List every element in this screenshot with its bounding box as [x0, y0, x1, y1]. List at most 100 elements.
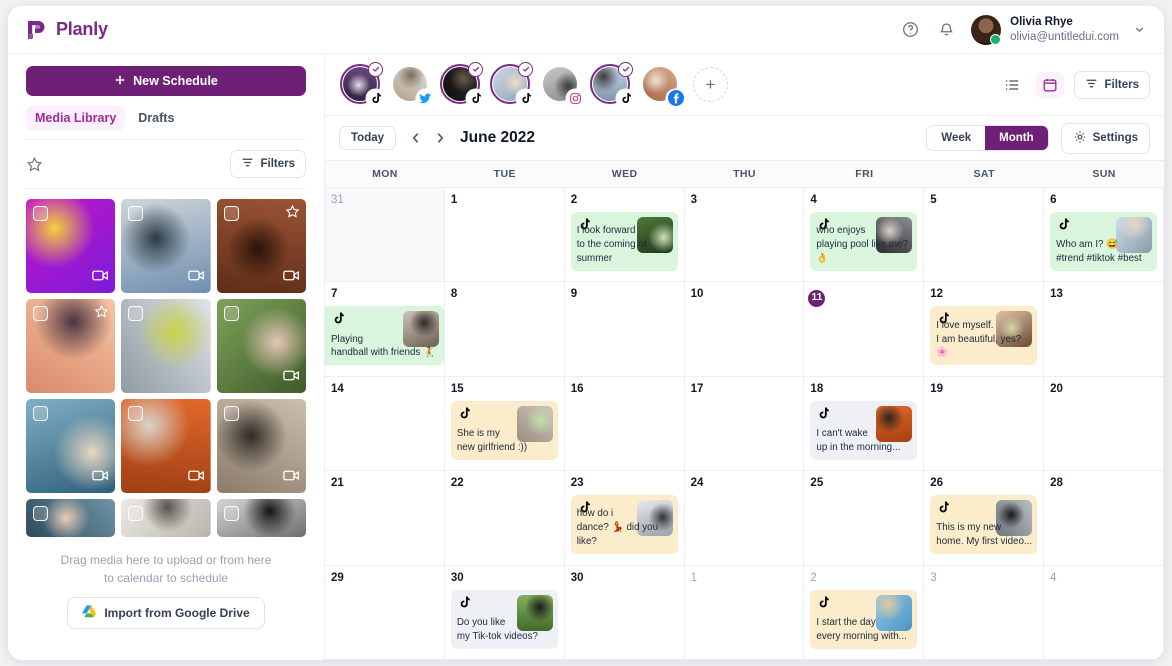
calendar-cell-23[interactable]: 23 how do i dance? 💃 did you like?: [564, 471, 685, 566]
calendar-cell-1[interactable]: 1: [444, 188, 565, 283]
scheduled-post[interactable]: I can't wake up in the morning...: [810, 400, 918, 460]
media-item-4[interactable]: [26, 299, 116, 393]
calendar-cell-25[interactable]: 25: [804, 471, 925, 566]
account-3[interactable]: [437, 61, 485, 108]
media-item-3[interactable]: [216, 199, 306, 293]
account-2[interactable]: [387, 62, 435, 108]
media-item-7[interactable]: [26, 399, 116, 493]
calendar-cell-30[interactable]: 30: [564, 565, 685, 660]
account-7[interactable]: [637, 62, 685, 108]
scheduled-post[interactable]: Who am I? 😅 #trend #tiktok #best: [1050, 211, 1157, 271]
scheduled-post[interactable]: Do you like my Tik-tok videos?: [450, 589, 558, 649]
bell-icon[interactable]: [935, 19, 957, 41]
calendar-cell-20[interactable]: 20: [1044, 376, 1164, 472]
calendar-cell-2[interactable]: 2 I look forward to the coming of summer: [564, 188, 685, 283]
media-checkbox[interactable]: [223, 506, 239, 521]
calendar-cell-31[interactable]: 31: [325, 188, 445, 283]
new-schedule-button[interactable]: New Schedule: [26, 66, 306, 96]
calendar-cell-4[interactable]: 4 who enjoys playing pool like me? 👌: [804, 188, 925, 283]
view-month[interactable]: Month: [985, 126, 1048, 150]
account-1[interactable]: [337, 61, 385, 108]
media-filters-button[interactable]: Filters: [230, 150, 306, 178]
media-item-10[interactable]: [26, 499, 116, 537]
chevron-left-icon[interactable]: [404, 126, 428, 150]
calendar-cell-14[interactable]: 14: [325, 376, 445, 472]
calendar-cell-12[interactable]: 12 I love myself. I am beautiful, yes? 🌸: [924, 282, 1045, 377]
calendar-cell-5[interactable]: 5: [924, 188, 1045, 283]
media-checkbox[interactable]: [33, 306, 48, 321]
scheduled-post[interactable]: Playing handball with friends 🤾: [325, 306, 444, 366]
calendar-cell-7[interactable]: 7 Playing handball with friends 🤾: [325, 282, 445, 377]
media-item-12[interactable]: [216, 499, 306, 537]
scheduled-post[interactable]: I start the day every morning with...: [810, 589, 918, 649]
view-week[interactable]: Week: [927, 126, 986, 150]
chevron-down-icon[interactable]: [1128, 19, 1150, 41]
star-icon[interactable]: [26, 156, 43, 173]
calendar-cell-8[interactable]: 8: [444, 282, 565, 377]
account-6[interactable]: [587, 61, 635, 108]
scheduled-post[interactable]: I love myself. I am beautiful, yes? 🌸: [930, 306, 1038, 366]
scheduled-post[interactable]: I look forward to the coming of summer: [570, 211, 678, 271]
import-google-drive-button[interactable]: Import from Google Drive: [67, 597, 265, 629]
brand-logo[interactable]: Planly: [26, 19, 108, 41]
tab-drafts[interactable]: Drafts: [129, 106, 183, 130]
list-view-icon[interactable]: [998, 72, 1026, 98]
calendar-cell-16[interactable]: 16: [564, 376, 685, 472]
scheduled-post[interactable]: She is my new girlfriend :)): [450, 400, 558, 460]
media-item-1[interactable]: [26, 199, 116, 293]
calendar-cell-15[interactable]: 15 She is my new girlfriend :)): [444, 376, 565, 472]
calendar-view-icon[interactable]: [1036, 71, 1065, 98]
calendar-settings-button[interactable]: Settings: [1060, 122, 1150, 154]
media-checkbox[interactable]: [33, 206, 48, 221]
chevron-right-icon[interactable]: [428, 126, 452, 150]
calendar-cell-6[interactable]: 6 Who am I? 😅 #trend #tiktok #best: [1044, 188, 1164, 283]
calendar-cell-1[interactable]: 1: [684, 565, 805, 660]
media-checkbox[interactable]: [223, 306, 239, 321]
tab-media-library[interactable]: Media Library: [26, 106, 126, 130]
scheduled-post[interactable]: This is my new home. My first video...: [930, 495, 1038, 555]
scheduled-post[interactable]: how do i dance? 💃 did you like?: [570, 495, 678, 555]
media-checkbox[interactable]: [128, 206, 144, 221]
calendar-cell-19[interactable]: 19: [924, 376, 1045, 472]
media-item-9[interactable]: [216, 399, 306, 493]
account-5[interactable]: [537, 62, 585, 108]
media-item-2[interactable]: [121, 199, 211, 293]
media-item-11[interactable]: [121, 499, 211, 537]
calendar-cell-26[interactable]: 26 This is my new home. My first video...: [924, 471, 1045, 566]
media-checkbox[interactable]: [128, 306, 144, 321]
help-circle-icon[interactable]: [899, 19, 921, 41]
calendar-cell-22[interactable]: 22: [444, 471, 565, 566]
media-item-6[interactable]: [216, 299, 306, 393]
account-4[interactable]: [487, 61, 535, 108]
calendar-cell-29[interactable]: 29: [325, 565, 445, 660]
calendar-cell-3[interactable]: 3: [924, 565, 1045, 660]
calendar-cell-28[interactable]: 28: [1044, 471, 1164, 566]
calendar-cell-13[interactable]: 13: [1044, 282, 1164, 377]
user-menu[interactable]: Olivia Rhye olivia@untitledui.com: [971, 14, 1150, 45]
calendar-cell-21[interactable]: 21: [325, 471, 445, 566]
media-item-5[interactable]: [121, 299, 211, 393]
media-checkbox[interactable]: [33, 506, 48, 521]
star-icon[interactable]: [285, 204, 300, 224]
calendar-cell-24[interactable]: 24: [684, 471, 805, 566]
media-item-8[interactable]: [121, 399, 211, 493]
calendar-cell-18[interactable]: 18 I can't wake up in the morning...: [804, 376, 925, 472]
calendar-cell-4[interactable]: 4: [1044, 565, 1164, 660]
media-checkbox[interactable]: [128, 406, 144, 421]
media-checkbox[interactable]: [33, 406, 48, 421]
today-button[interactable]: Today: [339, 126, 397, 150]
media-checkbox[interactable]: [128, 506, 144, 521]
calendar-filters-button[interactable]: Filters: [1074, 70, 1150, 99]
star-icon[interactable]: [94, 304, 109, 324]
calendar-cell-17[interactable]: 17: [684, 376, 805, 472]
calendar-cell-3[interactable]: 3: [684, 188, 805, 283]
calendar-cell-30[interactable]: 30 Do you like my Tik-tok videos?: [444, 565, 565, 660]
add-account-button[interactable]: +: [693, 67, 728, 102]
calendar-cell-10[interactable]: 10: [684, 282, 805, 377]
calendar-cell-11[interactable]: 11: [804, 282, 925, 377]
scheduled-post[interactable]: who enjoys playing pool like me? 👌: [810, 211, 918, 271]
media-checkbox[interactable]: [223, 206, 239, 221]
calendar-cell-2[interactable]: 2 I start the day every morning with...: [804, 565, 925, 660]
media-checkbox[interactable]: [223, 406, 239, 421]
calendar-cell-9[interactable]: 9: [564, 282, 685, 377]
